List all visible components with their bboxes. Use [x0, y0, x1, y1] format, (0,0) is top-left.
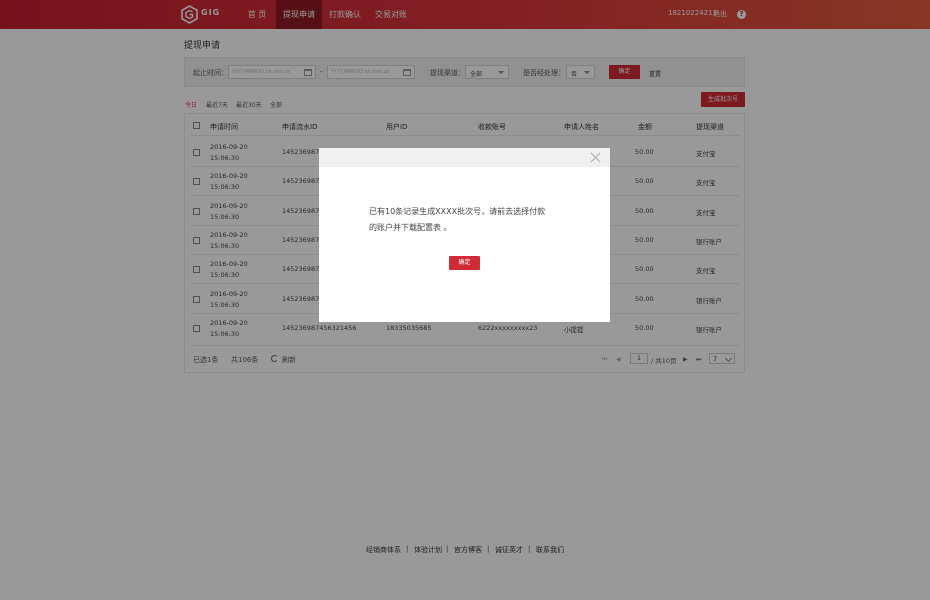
modal-message: 已有10条记录生成XXXX批次号，请前去选择付款 的账户并下载配置表 。 — [369, 204, 569, 236]
modal-message-line1: 已有10条记录生成XXXX批次号，请前去选择付款 — [369, 207, 546, 216]
batch-modal: 已有10条记录生成XXXX批次号，请前去选择付款 的账户并下载配置表 。 确定 — [319, 148, 610, 322]
modal-ok-button[interactable]: 确定 — [449, 256, 480, 270]
close-icon[interactable] — [591, 152, 601, 162]
modal-header — [319, 148, 610, 167]
modal-message-line2: 的账户并下载配置表 。 — [369, 223, 452, 232]
